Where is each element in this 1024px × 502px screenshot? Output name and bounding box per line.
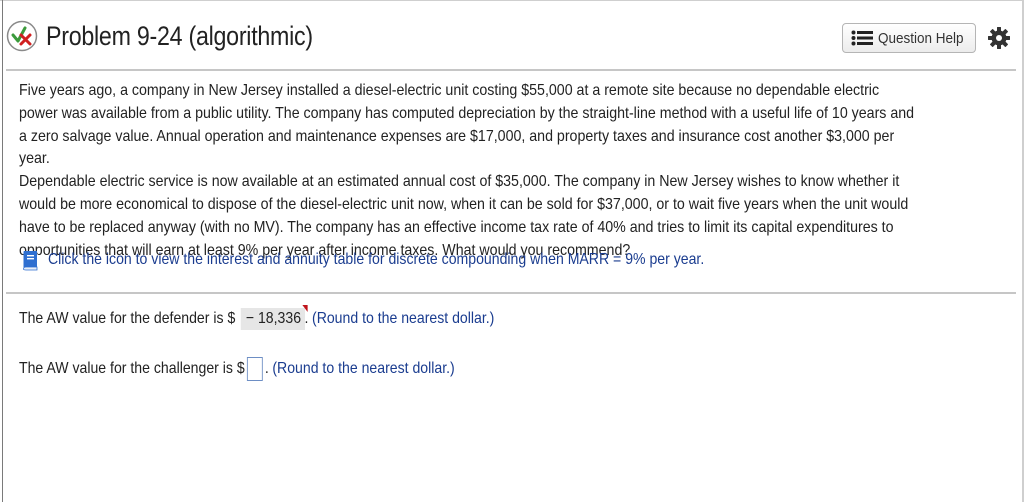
incorrect-flag-icon xyxy=(301,305,308,312)
section-divider xyxy=(6,292,1016,294)
problem-paragraph: Five years ago, a company in New Jersey … xyxy=(19,82,915,168)
challenger-answer-suffix: . xyxy=(264,360,269,377)
interest-table-link[interactable]: Click the icon to view the interest and … xyxy=(20,249,794,271)
challenger-answer-prompt: The AW value for the challenger is $ xyxy=(19,360,245,377)
question-help-label: Question Help xyxy=(878,29,964,47)
problem-header: Problem 9-24 (algorithmic) Question Help xyxy=(6,8,1016,70)
left-border xyxy=(2,0,3,502)
partially-correct-icon xyxy=(6,20,38,52)
defender-answer-value[interactable]: − 18,336 xyxy=(240,305,308,330)
interest-table-link-text[interactable]: Click the icon to view the interest and … xyxy=(48,251,704,269)
challenger-answer-input[interactable] xyxy=(247,357,264,381)
challenger-answer-row: The AW value for the challenger is $ . (… xyxy=(19,357,455,381)
defender-answer-text: − 18,336 xyxy=(245,310,302,327)
top-border xyxy=(0,0,1024,1)
question-help-button[interactable]: Question Help xyxy=(842,23,976,53)
defender-answer-prompt: The AW value for the defender is $ xyxy=(19,310,236,327)
list-icon xyxy=(851,30,873,46)
defender-round-note: (Round to the nearest dollar.) xyxy=(311,310,495,327)
page-title: Problem 9-24 (algorithmic) xyxy=(46,21,313,51)
problem-statement: Five years ago, a company in New Jersey … xyxy=(19,80,916,262)
problem-window: Problem 9-24 (algorithmic) Question Help xyxy=(0,0,1024,502)
gear-icon[interactable] xyxy=(987,26,1011,50)
header-divider xyxy=(6,69,1016,71)
defender-answer-suffix: . xyxy=(304,310,309,327)
challenger-round-note: (Round to the nearest dollar.) xyxy=(272,360,455,377)
book-icon[interactable] xyxy=(20,249,40,271)
defender-answer-row: The AW value for the defender is $ − 18,… xyxy=(19,305,495,330)
